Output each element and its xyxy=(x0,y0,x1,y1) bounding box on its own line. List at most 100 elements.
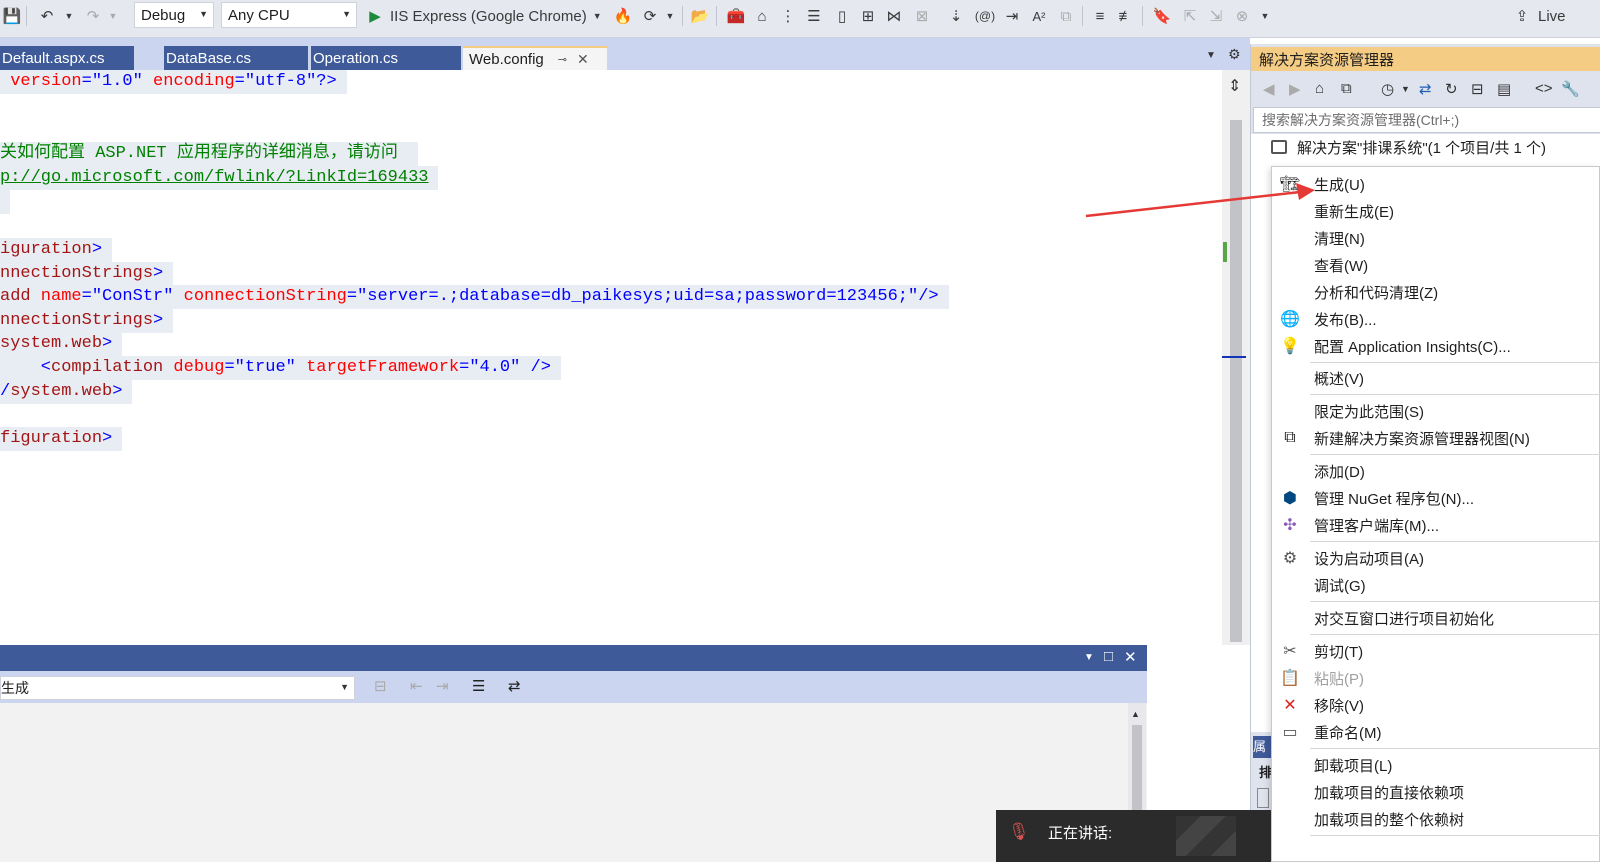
show-all-files-icon[interactable]: ▤ xyxy=(1497,80,1511,98)
outline-icon[interactable]: ☰ xyxy=(804,4,824,28)
scrollbar-thumb[interactable] xyxy=(1230,120,1242,642)
tab-default-aspx-cs[interactable]: Default.aspx.cs xyxy=(0,46,134,70)
menu-item-analyze-cleanup[interactable]: 分析和代码清理(Z) xyxy=(1272,279,1600,305)
scroll-up-icon[interactable]: ▲ xyxy=(1131,709,1140,719)
clear-bookmarks-icon[interactable]: ⊗ xyxy=(1232,4,1252,28)
clear-all-icon[interactable]: ☰ xyxy=(472,677,485,695)
output-source-select[interactable]: 生成 ▼ xyxy=(0,676,355,700)
menu-item-load-dep-tree[interactable]: 加载项目的整个依赖树 xyxy=(1272,806,1600,832)
redo-dropdown-icon[interactable]: ▼ xyxy=(106,4,120,28)
menu-item-view[interactable]: 查看(W) xyxy=(1272,252,1600,278)
undo-icon[interactable]: ↶ xyxy=(36,4,58,28)
menu-item-unload-project[interactable]: 卸载项目(L) xyxy=(1272,752,1600,778)
menu-item-scope-to-this[interactable]: 限定为此范围(S) xyxy=(1272,398,1600,424)
menu-item-new-explorer-view[interactable]: ⧉ 新建解决方案资源管理器视图(N) xyxy=(1272,425,1600,451)
microphone-muted-icon[interactable]: 🎙 xyxy=(1008,822,1030,842)
refresh-browser-icon[interactable]: ⟳ xyxy=(640,4,660,28)
menu-item-paste[interactable]: 📋 粘贴(P) xyxy=(1272,665,1600,691)
tab-web-config[interactable]: Web.config ⊸ ✕ xyxy=(463,46,607,70)
collapse-all-icon[interactable]: ⊟ xyxy=(1471,80,1484,98)
indent-icon[interactable]: ⇥ xyxy=(1002,4,1022,28)
word-wrap-icon[interactable]: ⇄ xyxy=(508,677,521,695)
solution-explorer-search-input[interactable]: 搜索解决方案资源管理器(Ctrl+;) xyxy=(1253,107,1600,133)
toolbox-icon[interactable]: 🧰 xyxy=(726,4,746,28)
view-code-icon[interactable]: <> xyxy=(1535,80,1553,97)
document-icon[interactable]: ▯ xyxy=(832,4,852,28)
menu-item-load-direct-deps[interactable]: 加载项目的直接依赖项 xyxy=(1272,779,1600,805)
hot-reload-icon[interactable]: 🔥 xyxy=(614,4,633,28)
live-share-label[interactable]: Live xyxy=(1538,4,1566,28)
solution-node-label[interactable]: 解决方案"排课系统"(1 个项目/共 1 个) xyxy=(1297,137,1546,158)
disabled-tool-icon[interactable]: ⊠ xyxy=(912,4,932,28)
properties-icon[interactable]: 🔧 xyxy=(1561,80,1580,98)
output-text-area[interactable] xyxy=(0,703,1147,862)
live-share-icon[interactable]: ⇪ xyxy=(1512,4,1532,28)
close-icon[interactable]: ✕ xyxy=(1124,648,1137,666)
start-debug-icon[interactable]: ▶ xyxy=(366,4,384,28)
prev-bookmark-icon[interactable]: ⇱ xyxy=(1180,4,1200,28)
properties-tab[interactable]: 属 xyxy=(1253,736,1271,758)
toolbar-overflow-icon[interactable]: ▼ xyxy=(1258,4,1272,28)
refresh-icon[interactable]: ↻ xyxy=(1445,80,1458,98)
menu-item-overview[interactable]: 概述(V) xyxy=(1272,365,1600,391)
bookmark-icon[interactable]: 🔖 xyxy=(1152,4,1172,28)
menu-item-build[interactable]: 🏗 生成(U) xyxy=(1272,171,1600,197)
forward-icon[interactable]: ▶ xyxy=(1289,80,1301,98)
gear-icon[interactable]: ⚙ xyxy=(1228,46,1241,63)
find-in-files-icon[interactable]: 📂 xyxy=(690,4,710,28)
browser-link-icon[interactable]: ⌂ xyxy=(752,4,772,28)
format-brackets-icon[interactable]: (@) xyxy=(974,4,996,28)
pin-icon[interactable]: ⊸ xyxy=(558,53,567,66)
chevron-down-icon[interactable]: ▼ xyxy=(664,4,676,28)
menu-item-manage-nuget[interactable]: ⬢ 管理 NuGet 程序包(N)... xyxy=(1272,485,1600,511)
code-editor[interactable]: version="1.0" encoding="utf-8"?> 关如何配置 A… xyxy=(0,70,1222,645)
menu-item-init-interactive[interactable]: 对交互窗口进行项目初始化 xyxy=(1272,605,1600,631)
font-size-icon[interactable]: A² xyxy=(1028,4,1050,28)
uncomment-lines-icon[interactable]: ≢ xyxy=(1116,4,1136,28)
maximize-icon[interactable]: □ xyxy=(1104,648,1113,665)
next-bookmark-icon[interactable]: ⇲ xyxy=(1206,4,1226,28)
pending-changes-icon[interactable]: ◷ xyxy=(1381,80,1394,98)
project-node-partial[interactable]: ▬▬ ▬▬▬ xyxy=(1297,158,1376,164)
redo-icon[interactable]: ↷ xyxy=(82,4,104,28)
menu-item-rename[interactable]: ▭ 重命名(M) xyxy=(1272,719,1600,745)
undo-dropdown-icon[interactable]: ▼ xyxy=(62,4,76,28)
comment-lines-icon[interactable]: ≡ xyxy=(1090,4,1110,28)
tab-operation-cs[interactable]: Operation.cs xyxy=(311,46,461,70)
next-message-icon[interactable]: ⇥ xyxy=(436,677,449,695)
menu-item-add[interactable]: 添加(D) xyxy=(1272,458,1600,484)
sync-icon[interactable]: ⇄ xyxy=(1419,80,1432,98)
chevron-down-icon[interactable]: ▼ xyxy=(1084,652,1094,663)
tab-database-cs[interactable]: DataBase.cs xyxy=(164,46,308,70)
menu-item-cut[interactable]: ✂ 剪切(T) xyxy=(1272,638,1600,664)
close-icon[interactable]: ✕ xyxy=(577,51,589,68)
hierarchy-icon[interactable]: ⊞ xyxy=(858,4,878,28)
menu-item-debug[interactable]: 调试(G) xyxy=(1272,572,1600,598)
platform-select[interactable]: Any CPU ▼ xyxy=(221,2,357,28)
code-link[interactable]: p://go.microsoft.com/fwlink/?LinkId=1694… xyxy=(0,168,428,187)
step-icon[interactable]: ⇣ xyxy=(946,4,966,28)
tab-overflow-icon[interactable]: ▼ xyxy=(1206,50,1216,61)
home-icon[interactable]: ⌂ xyxy=(1315,80,1324,97)
split-view-icon[interactable]: ⇕ xyxy=(1228,76,1241,96)
toolbar-options-icon[interactable]: ⋮ xyxy=(778,4,798,28)
save-all-icon[interactable]: 💾 xyxy=(2,4,22,28)
menu-item-remove[interactable]: ✕ 移除(V) xyxy=(1272,692,1600,718)
run-target-button[interactable]: IIS Express (Google Chrome) ▼ xyxy=(390,4,602,28)
menu-item-clean[interactable]: 清理(N) xyxy=(1272,225,1600,251)
prev-message-icon[interactable]: ⇤ xyxy=(410,677,423,695)
menu-item-app-insights[interactable]: 💡 配置 Application Insights(C)... xyxy=(1272,333,1600,359)
chevron-down-icon[interactable]: ▼ xyxy=(1401,84,1410,94)
solution-config-select[interactable]: Debug ▼ xyxy=(134,2,214,28)
menu-item-set-startup[interactable]: ⚙ 设为启动项目(A) xyxy=(1272,545,1600,571)
diagram-icon[interactable]: ⋈ xyxy=(884,4,904,28)
copy-disabled-icon[interactable]: ⧉ xyxy=(1056,4,1076,28)
switch-views-icon[interactable]: ⧉ xyxy=(1341,80,1352,97)
find-message-icon[interactable]: ⊟ xyxy=(374,677,387,695)
menu-item-manage-client-libs[interactable]: ✣ 管理客户端库(M)... xyxy=(1272,512,1600,538)
properties-button[interactable] xyxy=(1257,788,1269,808)
menu-item-rebuild[interactable]: 重新生成(E) xyxy=(1272,198,1600,224)
editor-vertical-scrollbar[interactable]: ⇕ xyxy=(1222,70,1250,645)
menu-item-publish[interactable]: 🌐 发布(B)... xyxy=(1272,306,1600,332)
back-icon[interactable]: ◀ xyxy=(1263,80,1275,98)
